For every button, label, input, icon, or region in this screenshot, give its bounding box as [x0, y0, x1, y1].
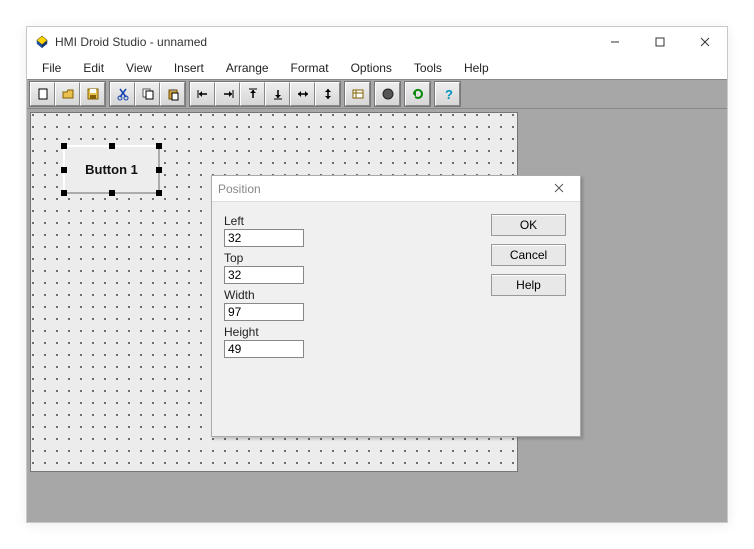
resize-handle-r[interactable] [156, 167, 162, 173]
menu-insert[interactable]: Insert [165, 59, 213, 77]
menu-help[interactable]: Help [455, 59, 498, 77]
app-icon [35, 35, 49, 49]
placed-button-1[interactable]: Button 1 [63, 145, 160, 194]
cut-icon[interactable] [110, 82, 135, 106]
align-right-icon[interactable] [215, 82, 240, 106]
resize-handle-tr[interactable] [156, 143, 162, 149]
cancel-button[interactable]: Cancel [491, 244, 566, 266]
menu-arrange[interactable]: Arrange [217, 59, 278, 77]
resize-handle-br[interactable] [156, 190, 162, 196]
help-button[interactable]: Help [491, 274, 566, 296]
height-label: Height [224, 325, 568, 339]
resize-handle-bl[interactable] [61, 190, 67, 196]
align-left-icon[interactable] [190, 82, 215, 106]
maximize-button[interactable] [637, 27, 682, 57]
position-dialog: Position Left Top Width [211, 175, 581, 437]
minimize-button[interactable] [592, 27, 637, 57]
stretch-vertical-icon[interactable] [315, 82, 340, 106]
menu-tools[interactable]: Tools [405, 59, 451, 77]
client-area: Button 1 Position Left [27, 109, 727, 522]
placed-button-label: Button 1 [85, 162, 138, 177]
align-bottom-icon[interactable] [265, 82, 290, 106]
top-input[interactable] [224, 266, 304, 284]
resize-handle-t[interactable] [109, 143, 115, 149]
help-icon[interactable]: ? [435, 82, 460, 106]
height-input[interactable] [224, 340, 304, 358]
window-title: HMI Droid Studio - unnamed [55, 35, 592, 49]
menu-edit[interactable]: Edit [74, 59, 113, 77]
main-window: HMI Droid Studio - unnamed File Edit Vie… [26, 26, 728, 523]
dialog-close-icon[interactable] [544, 182, 574, 196]
paste-icon[interactable] [160, 82, 185, 106]
menu-view[interactable]: View [117, 59, 161, 77]
menu-file[interactable]: File [33, 59, 70, 77]
close-button[interactable] [682, 27, 727, 57]
ok-button[interactable]: OK [491, 214, 566, 236]
align-top-icon[interactable] [240, 82, 265, 106]
menubar: File Edit View Insert Arrange Format Opt… [27, 57, 727, 79]
resize-handle-b[interactable] [109, 190, 115, 196]
stretch-horizontal-icon[interactable] [290, 82, 315, 106]
save-icon[interactable] [80, 82, 105, 106]
dialog-titlebar[interactable]: Position [212, 176, 580, 202]
svg-text:?: ? [445, 87, 453, 101]
titlebar: HMI Droid Studio - unnamed [27, 27, 727, 57]
circle-icon[interactable] [375, 82, 400, 106]
resize-handle-tl[interactable] [61, 143, 67, 149]
menu-options[interactable]: Options [342, 59, 401, 77]
dialog-title: Position [218, 182, 544, 196]
new-icon[interactable] [30, 82, 55, 106]
properties-icon[interactable] [345, 82, 370, 106]
refresh-icon[interactable] [405, 82, 430, 106]
open-icon[interactable] [55, 82, 80, 106]
copy-icon[interactable] [135, 82, 160, 106]
left-input[interactable] [224, 229, 304, 247]
width-input[interactable] [224, 303, 304, 321]
resize-handle-l[interactable] [61, 167, 67, 173]
toolbar: ? [27, 79, 727, 109]
menu-format[interactable]: Format [282, 59, 338, 77]
